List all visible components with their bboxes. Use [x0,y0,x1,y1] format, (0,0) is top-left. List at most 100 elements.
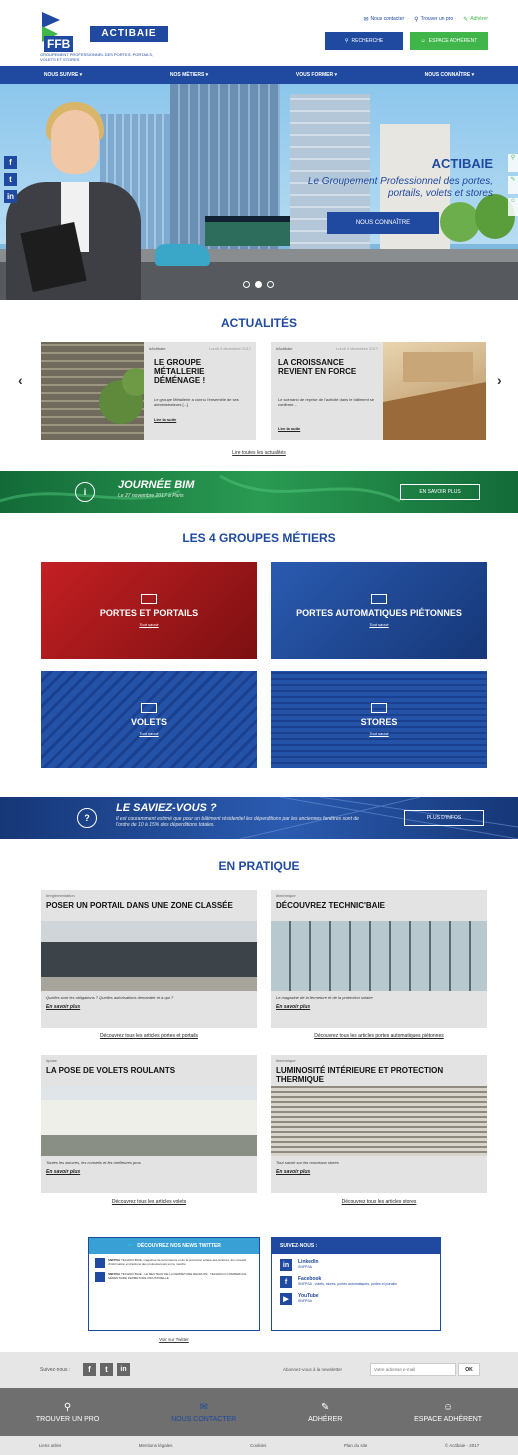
group-title: PORTES ET PORTAILS [99,608,199,618]
tweet[interactable]: SNFPSA TECHNIC'BAIE, magazine de la ferm… [95,1258,253,1268]
group-tile-volets[interactable]: VOLETS Tout savoir [41,671,257,768]
footer-links: Liens utiles Mentions légales Cookies Pl… [0,1436,518,1455]
hero-social-bar: f t in [4,156,18,203]
logo[interactable]: FFB ACTIBAIE GROUPEMENT PROFESSIONNEL DE… [40,12,170,62]
facebook-icon[interactable]: f [4,156,17,169]
news-read-more-link[interactable]: Lire la suite [278,426,300,431]
follow-facebook[interactable]: f Facebook SNFPSA : volets, stores, porte… [280,1276,432,1288]
practice-all-link[interactable]: Découvrez tous les articles volets [41,1199,257,1205]
practice-more-link[interactable]: En savoir plus [41,1002,257,1014]
site-header: FFB ACTIBAIE GROUPEMENT PROFESSIONNEL DE… [0,0,518,66]
footer-link-cookies[interactable]: Cookies [250,1443,266,1448]
news-tag: #Actibaie [276,346,293,351]
hero-cta-button[interactable]: NOUS CONNAÎTRE [327,212,439,234]
news-next-arrow-icon[interactable]: › [497,372,502,388]
news-photo [383,342,486,440]
practice-more-link[interactable]: En savoir plus [41,1167,257,1179]
search-button[interactable]: ⚲ RECHERCHE [325,32,403,50]
nav-item-former[interactable]: VOUS FORMER ▾ [296,72,337,78]
youtube-icon: ▶ [280,1293,292,1305]
news-card-body: #Actibaie Lundi 4 décembre 2017 LE GROUP… [144,342,256,440]
news-card[interactable]: #Actibaie Lundi 4 décembre 2017 LE GROUP… [41,342,256,440]
group-tile-portes-portails[interactable]: PORTES ET PORTAILS Tout savoir [41,562,257,659]
newsletter-ok-button[interactable]: OK [458,1363,480,1376]
footer-join-button[interactable]: ✎ ADHÉRER [308,1402,342,1423]
search-icon: ⚲ [344,38,349,44]
find-pro-link[interactable]: ⚲ Trouver un pro [414,14,453,24]
facebook-icon[interactable]: f [83,1363,96,1376]
tweet[interactable]: SNFPSA TECHNIC'BAIE - LE RECTEUR DE LA F… [95,1272,253,1282]
practice-more-link[interactable]: En savoir plus [271,1002,487,1014]
news-tag: #Actibaie [149,346,166,351]
linkedin-icon[interactable]: in [117,1363,130,1376]
twitter-link[interactable]: Voir sur Twitter [88,1337,260,1342]
group-link[interactable]: Tout savoir [369,622,388,627]
twitter-icon[interactable]: t [4,173,17,186]
twitter-icon[interactable]: t [100,1363,113,1376]
contact-link[interactable]: ✉ Nous contacter [363,14,404,24]
hero-tree [440,202,480,242]
twitter-bird-icon: 🐦 [127,1243,134,1249]
footer-member-button[interactable]: ☺ ESPACE ADHÉRENT [414,1402,482,1423]
pin-icon: ⚲ [63,1401,72,1413]
logo-brand-text: ACTIBAIE [90,26,168,42]
bim-banner: i JOURNÉE BIM Le 27 novembre 2017 à Pari… [0,471,518,513]
all-news-link[interactable]: Lire toutes les actualités [0,450,518,456]
practice-more-link[interactable]: En savoir plus [271,1167,487,1179]
nav-item-connaitre[interactable]: NOUS CONNAÎTRE ▾ [425,72,474,78]
news-card[interactable]: #Actibaie Lundi 4 décembre 2017 LA CROIS… [271,342,486,440]
join-link[interactable]: ✎ Adhérer [463,14,488,24]
slider-dot[interactable] [243,281,250,288]
pin-tab-icon[interactable]: ⚲ [508,154,518,172]
follow-linkedin[interactable]: in LinkedIn SNFPSA [280,1259,432,1271]
did-you-know-text: Il est couramment estimé que pour un bât… [116,816,359,828]
main-nav: NOUS SUIVRE ▾ NOS MÉTIERS ▾ VOUS FORMER … [0,66,518,84]
nav-item-metiers[interactable]: NOS MÉTIERS ▾ [170,72,208,78]
user-icon: ☺ [443,1401,454,1413]
hero-slider: f t in ⚲ ✎ ☺ ACTIBAIE Le Groupement Prof… [0,84,518,300]
footer-social-icons: f t in [83,1363,130,1376]
facebook-icon: f [280,1276,292,1288]
news-photo-deck [383,352,486,440]
groups-heading: LES 4 GROUPES MÉTIERS [182,531,336,545]
follow-youtube[interactable]: ▶ YouTube SNFPSA [280,1293,432,1305]
news-desc: Le groupe Métallerie a connu l'ensemble … [154,397,239,407]
group-tile-stores[interactable]: STORES Tout savoir [271,671,487,768]
news-prev-arrow-icon[interactable]: ‹ [18,372,23,388]
group-link[interactable]: Tout savoir [139,622,158,627]
gate-icon [141,594,157,604]
footer-contact-button[interactable]: ✉ NOUS CONTACTER [171,1402,236,1423]
practice-card[interactable]: #technique LUMINOSITÉ INTÉRIEURE ET PROT… [271,1055,487,1193]
group-tile-portes-automatiques[interactable]: PORTES AUTOMATIQUES PIÉTONNES Tout savoi… [271,562,487,659]
group-title: VOLETS [130,717,167,727]
practice-card[interactable]: #technique DÉCOUVREZ TECHNIC'BAIE Le mag… [271,890,487,1028]
footer-link-useful[interactable]: Liens utiles [39,1443,62,1448]
bim-more-button[interactable]: EN SAVOIR PLUS [400,484,480,500]
news-title: LA CROISSANCE REVIENT EN FORCE [278,358,357,376]
member-area-button[interactable]: ☺ ESPACE ADHÉRENT [410,32,488,50]
news-desc: Le scénario de reprise de l'activité dan… [278,397,375,407]
practice-all-link[interactable]: Découvrez tous les articles portes et po… [41,1033,257,1039]
practice-all-link[interactable]: Découvrez tous les articles portes autom… [271,1033,487,1039]
hero-bus-stop [205,216,290,246]
did-you-know-button[interactable]: PLUS D'INFOS [404,810,484,826]
nav-item-suivre[interactable]: NOUS SUIVRE ▾ [44,72,82,78]
pen-tab-icon[interactable]: ✎ [508,176,518,194]
slider-dot-active[interactable] [255,281,262,288]
news-photo [41,342,150,440]
linkedin-icon: in [280,1259,292,1271]
footer-find-pro-button[interactable]: ⚲ TROUVER UN PRO [36,1402,99,1423]
practice-card[interactable]: #pose LA POSE DE VOLETS ROULANTS Toutes … [41,1055,257,1193]
footer-link-legal[interactable]: Mentions légales [139,1443,173,1448]
practice-card[interactable]: #reglementation POSER UN PORTAIL DANS UN… [41,890,257,1028]
practice-all-link[interactable]: Découvrez tous les articles stores [271,1199,487,1205]
footer-link-sitemap[interactable]: Plan du site [344,1443,368,1448]
practice-title: DÉCOUVREZ TECHNIC'BAIE [276,901,386,910]
linkedin-icon[interactable]: in [4,190,17,203]
group-link[interactable]: Tout savoir [369,731,388,736]
news-read-more-link[interactable]: Lire la suite [154,417,176,422]
newsletter-email-input[interactable] [370,1363,456,1376]
group-link[interactable]: Tout savoir [139,731,158,736]
user-tab-icon[interactable]: ☺ [508,198,518,216]
slider-dot[interactable] [267,281,274,288]
